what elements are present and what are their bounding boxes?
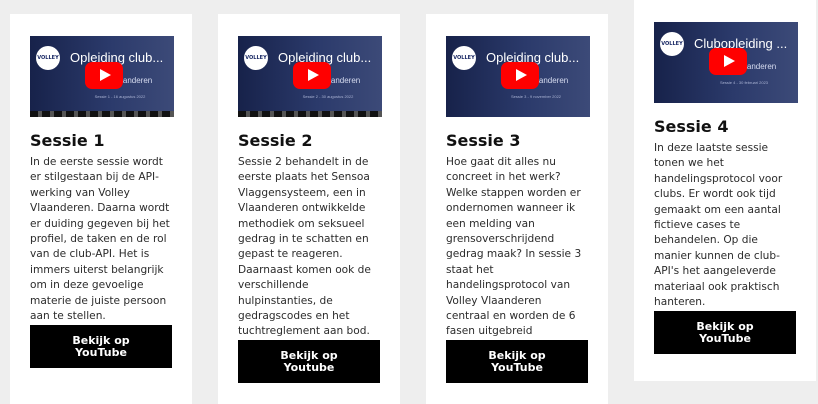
video-title: Opleiding club... <box>70 50 164 65</box>
volley-logo-icon: VOLLEY <box>660 32 684 56</box>
session-card-2: VOLLEY Opleiding club... Volley Vlaander… <box>218 14 400 404</box>
logo-text: VOLLEY <box>453 55 475 61</box>
video-thumbnail[interactable]: VOLLEY Clubopleiding ... Volley Vlaander… <box>654 22 798 103</box>
logo-text: VOLLEY <box>661 41 683 47</box>
video-date: Sessie 3 - 9 november 2022 <box>510 94 562 99</box>
session-card-4: VOLLEY Clubopleiding ... Volley Vlaander… <box>634 0 816 381</box>
video-date: Sessie 1 - 16 augustus 2022 <box>94 94 146 99</box>
youtube-play-icon[interactable] <box>501 62 539 89</box>
session-title: Sessie 2 <box>238 131 313 150</box>
session-description: Sessie 2 behandelt in de eerste plaats h… <box>238 156 371 338</box>
logo-text: VOLLEY <box>245 55 267 61</box>
video-title: Opleiding club... <box>486 50 580 65</box>
session-title: Sessie 4 <box>654 117 729 136</box>
watch-on-youtube-button[interactable]: Bekijk op YouTube <box>446 340 588 383</box>
video-thumbnail[interactable]: VOLLEY Opleiding club... Volley Vlaander… <box>238 36 382 117</box>
button-label: Bekijk op YouTube <box>488 348 546 374</box>
video-date: Sessie 2 - 30 augustus 2022 <box>302 94 354 99</box>
button-label: Bekijk op Youtube <box>280 348 338 374</box>
session-title: Sessie 1 <box>30 131 105 150</box>
watch-on-youtube-button[interactable]: Bekijk op YouTube <box>654 311 796 354</box>
session-card-1: VOLLEY Opleiding club... Volley Vlaander… <box>10 14 192 404</box>
button-label: Bekijk op YouTube <box>696 319 754 345</box>
session-title: Sessie 3 <box>446 131 521 150</box>
session-description: Hoe gaat dit alles nu concreet in het we… <box>446 156 582 353</box>
video-filmstrip <box>30 111 174 117</box>
button-label: Bekijk op YouTube <box>72 333 130 359</box>
logo-text: VOLLEY <box>37 55 59 61</box>
session-card-3: VOLLEY Opleiding club... Volley Vlaander… <box>426 14 608 404</box>
video-thumbnail[interactable]: VOLLEY Opleiding club... Volley Vlaander… <box>446 36 590 117</box>
video-thumbnail[interactable]: VOLLEY Opleiding club... Volley Vlaander… <box>30 36 174 117</box>
watch-on-youtube-button[interactable]: Bekijk op Youtube <box>238 340 380 383</box>
watch-on-youtube-button[interactable]: Bekijk op YouTube <box>30 325 172 368</box>
youtube-play-icon[interactable] <box>709 48 747 75</box>
volley-logo-icon: VOLLEY <box>244 46 268 70</box>
video-filmstrip <box>238 111 382 117</box>
video-title: Clubopleiding ... <box>694 36 788 51</box>
volley-logo-icon: VOLLEY <box>36 46 60 70</box>
youtube-play-icon[interactable] <box>85 62 123 89</box>
session-description: In de eerste sessie wordt er stilgestaan… <box>30 156 170 323</box>
video-title: Opleiding club... <box>278 50 372 65</box>
youtube-play-icon[interactable] <box>293 62 331 89</box>
video-date: Sessie 4 - 30 februari 2023 <box>719 80 769 85</box>
volley-logo-icon: VOLLEY <box>452 46 476 70</box>
session-description: In deze laatste sessie tonen we het hand… <box>654 142 783 309</box>
